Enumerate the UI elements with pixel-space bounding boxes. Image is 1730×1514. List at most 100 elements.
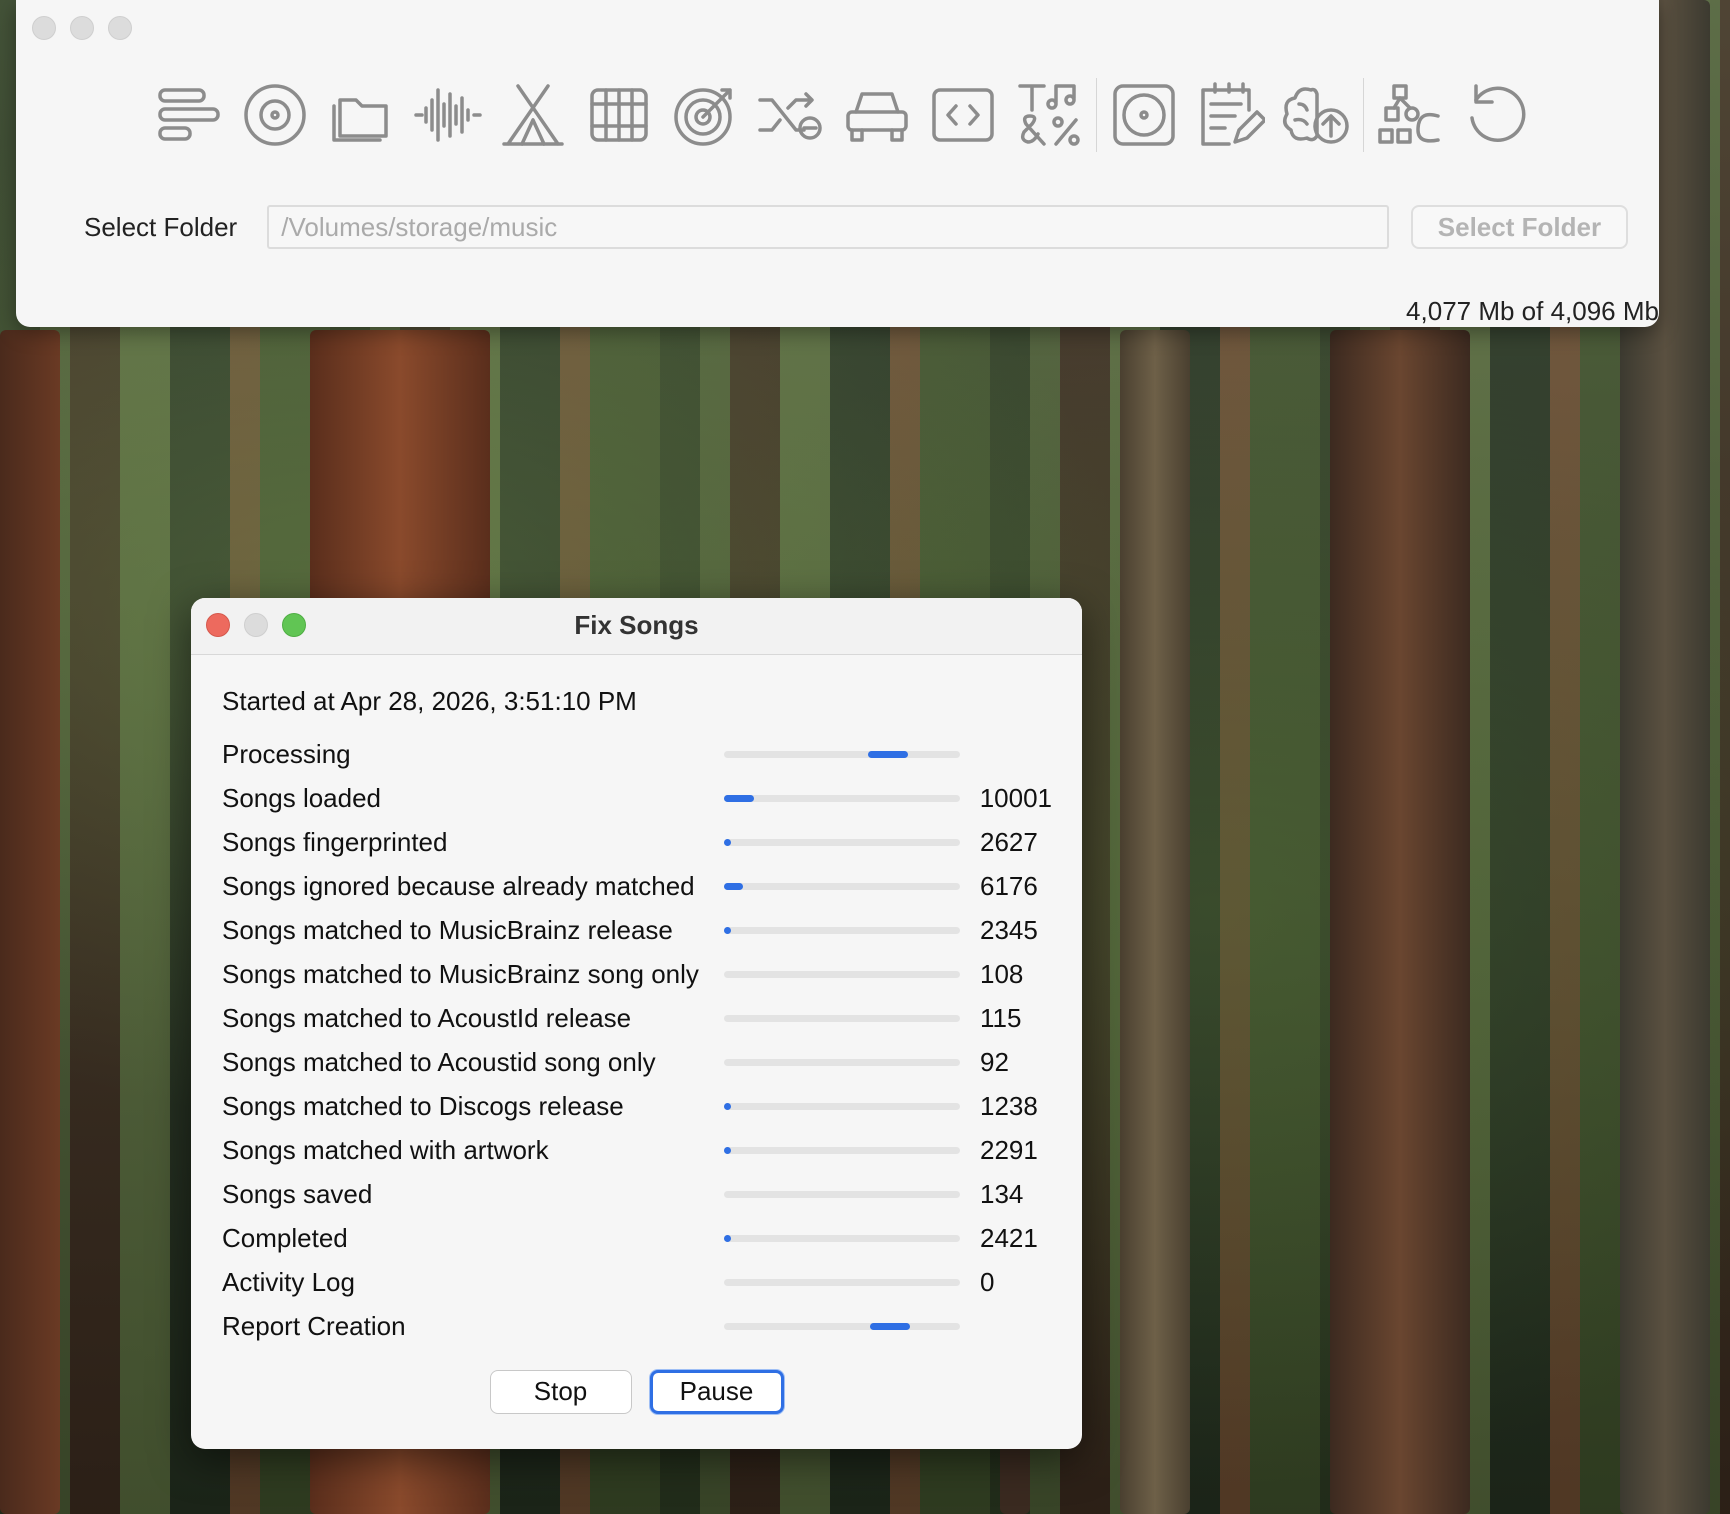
progress-row-label: Songs matched to Acoustid song only [222, 1046, 656, 1077]
main-window: Select Folder /Volumes/storage/music Sel… [16, 0, 1659, 327]
progress-row: Completed 2421 [222, 1216, 1052, 1260]
progress-bar [724, 1322, 960, 1330]
progress-row-label: Songs matched to MusicBrainz release [222, 914, 673, 945]
progress-bar-fill [724, 1146, 732, 1154]
progress-row: Songs ignored because already matched 617… [222, 864, 1052, 908]
progress-row: Songs matched to MusicBrainz song only 10… [222, 952, 1052, 996]
progress-bar-fill [724, 1102, 731, 1110]
toolbar-separator [1096, 78, 1097, 152]
progress-list: Processing Songs loaded 10001 Songs fingerp… [222, 732, 1052, 1348]
progress-bar-fill [723, 794, 755, 802]
progress-row: Songs matched to AcoustId release 115 [222, 996, 1052, 1040]
edit-list-icon[interactable] [1187, 72, 1273, 158]
progress-row-label: Songs loaded [222, 782, 382, 813]
progress-row-label: Activity Log [222, 1266, 355, 1297]
progress-row-label: Songs matched to AcoustId release [222, 1002, 632, 1033]
progress-row-value: 2345 [980, 914, 1038, 945]
progress-bar [724, 1014, 960, 1022]
progress-row: Songs matched to Discogs release 1238 [222, 1084, 1052, 1128]
progress-row: Songs matched to Acoustid song only 92 [222, 1040, 1052, 1084]
progress-bar-fill [870, 1322, 911, 1330]
grid-icon[interactable] [576, 72, 662, 158]
zoom-button[interactable] [108, 16, 132, 40]
folder-path-field[interactable]: /Volumes/storage/music [267, 205, 1389, 249]
pause-button[interactable]: Pause [649, 1370, 784, 1414]
progress-bar [724, 1146, 960, 1154]
progress-row: Songs matched to MusicBrainz release 2345 [222, 908, 1052, 952]
progress-row-value: 108 [980, 958, 1024, 989]
progress-bar-fill [724, 1234, 732, 1242]
tree-trunk [0, 330, 60, 1514]
dialog-buttons: Stop Pause [191, 1370, 1082, 1414]
brain-upload-icon[interactable] [1273, 72, 1359, 158]
progress-row-value: 134 [980, 1178, 1024, 1209]
progress-bar [723, 794, 960, 802]
close-button[interactable] [32, 16, 56, 40]
progress-bar-fill [867, 750, 909, 758]
progress-row-label: Songs fingerprinted [222, 826, 448, 857]
progress-row-label: Report Creation [222, 1310, 406, 1341]
progress-row: Songs matched with artwork 2291 [222, 1128, 1052, 1172]
tree-trunk [1330, 330, 1470, 1514]
progress-row-value: 2627 [980, 826, 1038, 857]
progress-bar [724, 1102, 960, 1110]
progress-bar [724, 1190, 960, 1198]
progress-row-value: 2421 [980, 1222, 1038, 1253]
progress-row-label: Songs matched to MusicBrainz song only [222, 958, 699, 989]
select-folder-button[interactable]: Select Folder [1410, 205, 1628, 249]
progress-row: Report Creation [222, 1304, 1052, 1348]
text-music-percent-icon[interactable] [1006, 72, 1092, 158]
toolbar-separator [1363, 78, 1364, 152]
progress-row: Processing [222, 732, 1052, 776]
progress-row: Songs loaded 10001 [222, 776, 1052, 820]
target-icon[interactable] [662, 72, 748, 158]
progress-bar [724, 1058, 960, 1066]
progress-bar [724, 882, 960, 890]
progress-row-label: Processing [222, 738, 351, 769]
progress-bar-fill [724, 838, 732, 846]
progress-row-value: 92 [980, 1046, 1009, 1077]
progress-bar-fill [724, 926, 732, 934]
started-timestamp: Started at Apr 28, 2026, 3:51:10 PM [222, 686, 637, 716]
folder-label: Select Folder [84, 211, 238, 242]
progress-bar [724, 838, 960, 846]
progress-row-label: Songs matched with artwork [222, 1134, 549, 1165]
progress-row-value: 6176 [980, 870, 1038, 901]
dialog-titlebar: Fix Songs [191, 598, 1082, 655]
progress-row-value: 1238 [980, 1090, 1038, 1121]
folder-row: Select Folder /Volumes/storage/music Sel… [68, 204, 1628, 250]
progress-row-label: Completed [222, 1222, 348, 1253]
progress-row: Songs fingerprinted 2627 [222, 820, 1052, 864]
progress-row: Songs saved 134 [222, 1172, 1052, 1216]
disc-icon[interactable] [232, 72, 318, 158]
minimize-button[interactable] [70, 16, 94, 40]
progress-bar [724, 926, 960, 934]
progress-row-value: 0 [980, 1266, 995, 1297]
tent-icon[interactable] [490, 72, 576, 158]
progress-row-value: 10001 [979, 782, 1052, 813]
progress-row-label: Songs ignored because already matched [222, 870, 695, 901]
progress-row-label: Songs matched to Discogs release [222, 1090, 624, 1121]
progress-bar [724, 1278, 960, 1286]
progress-row-value: 115 [980, 1002, 1022, 1033]
progress-row: Activity Log 0 [222, 1260, 1052, 1304]
shuffle-icon[interactable] [748, 72, 834, 158]
tree-trunk [1120, 330, 1190, 1514]
progress-bar [724, 1234, 960, 1242]
waveform-icon[interactable] [404, 72, 490, 158]
progress-row-label: Songs saved [222, 1178, 373, 1209]
folder-icon[interactable] [318, 72, 404, 158]
shapes-icon[interactable] [1368, 72, 1454, 158]
list-icon[interactable] [146, 72, 232, 158]
undo-icon[interactable] [1454, 72, 1540, 158]
window-controls [32, 16, 132, 40]
progress-bar [724, 970, 960, 978]
progress-bar-fill [724, 882, 743, 890]
record-icon[interactable] [1101, 72, 1187, 158]
progress-row-value: 2291 [980, 1134, 1038, 1165]
code-icon[interactable] [920, 72, 1006, 158]
dialog-title: Fix Songs [574, 610, 699, 640]
toolbar [146, 70, 1540, 160]
car-icon[interactable] [834, 72, 920, 158]
stop-button[interactable]: Stop [489, 1370, 632, 1414]
